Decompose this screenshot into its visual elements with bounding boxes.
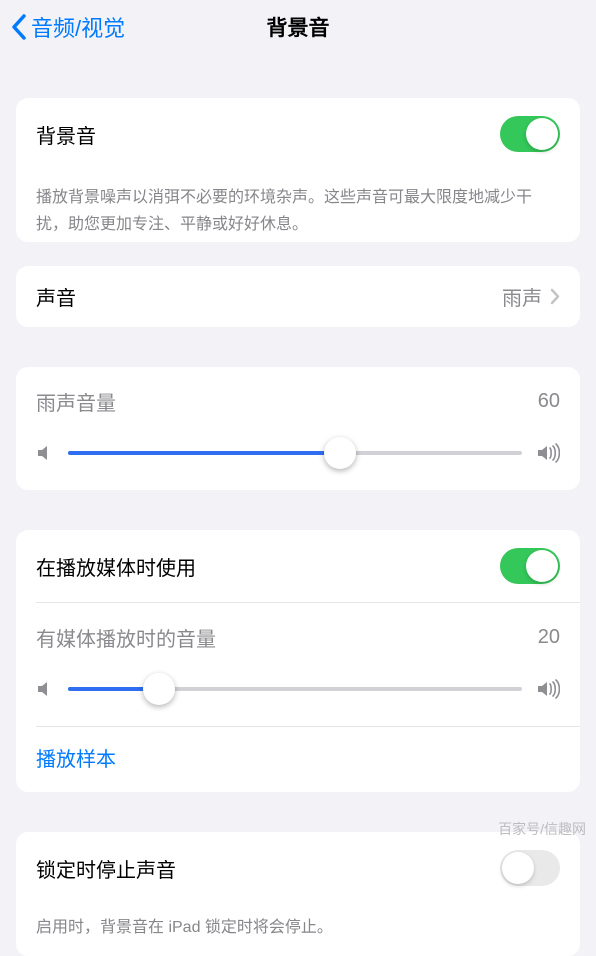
page-title: 背景音 — [267, 12, 330, 42]
volume-low-icon — [36, 444, 54, 462]
lock-stop-note: 启用时，背景音在 iPad 锁定时将会停止。 — [16, 904, 580, 955]
play-sample-link[interactable]: 播放样本 — [36, 749, 116, 771]
chevron-left-icon — [10, 14, 27, 40]
sound-section: 声音 雨声 — [16, 266, 580, 327]
back-label: 音频/视觉 — [31, 11, 125, 43]
chevron-right-icon — [550, 288, 560, 305]
header: 音频/视觉 背景音 — [0, 0, 596, 54]
sound-select-row[interactable]: 声音 雨声 — [16, 266, 580, 327]
sound-label: 声音 — [36, 282, 76, 311]
background-sound-note: 播放背景噪声以消弭不必要的环境杂声。这些声音可最大限度地减少干扰，助您更加专注、… — [16, 170, 580, 242]
media-volume-slider[interactable] — [68, 674, 522, 704]
background-sound-row: 背景音 — [16, 98, 580, 170]
volume-high-icon — [536, 679, 560, 699]
back-button[interactable]: 音频/视觉 — [10, 0, 125, 54]
lock-stop-toggle[interactable] — [500, 850, 560, 886]
volume-low-icon — [36, 680, 54, 698]
use-with-media-toggle[interactable] — [500, 548, 560, 584]
lock-stop-row: 锁定时停止声音 — [16, 832, 580, 904]
background-sound-section: 背景音 播放背景噪声以消弭不必要的环境杂声。这些声音可最大限度地减少干扰，助您更… — [16, 98, 580, 242]
use-with-media-label: 在播放媒体时使用 — [36, 552, 196, 581]
rain-volume-section: 雨声音量 60 — [16, 367, 580, 490]
rain-volume-value: 60 — [538, 390, 560, 413]
media-section: 在播放媒体时使用 有媒体播放时的音量 20 播放样本 — [16, 530, 580, 792]
media-volume-value: 20 — [538, 626, 560, 649]
lock-stop-section: 锁定时停止声音 启用时，背景音在 iPad 锁定时将会停止。 — [16, 832, 580, 955]
media-volume-label: 有媒体播放时的音量 — [36, 623, 216, 652]
sound-value: 雨声 — [502, 282, 542, 311]
background-sound-label: 背景音 — [36, 120, 96, 149]
rain-volume-label: 雨声音量 — [36, 387, 116, 416]
background-sound-toggle[interactable] — [500, 116, 560, 152]
use-with-media-row: 在播放媒体时使用 — [16, 530, 580, 602]
rain-volume-slider[interactable] — [68, 438, 522, 468]
volume-high-icon — [536, 443, 560, 463]
lock-stop-label: 锁定时停止声音 — [36, 854, 176, 883]
